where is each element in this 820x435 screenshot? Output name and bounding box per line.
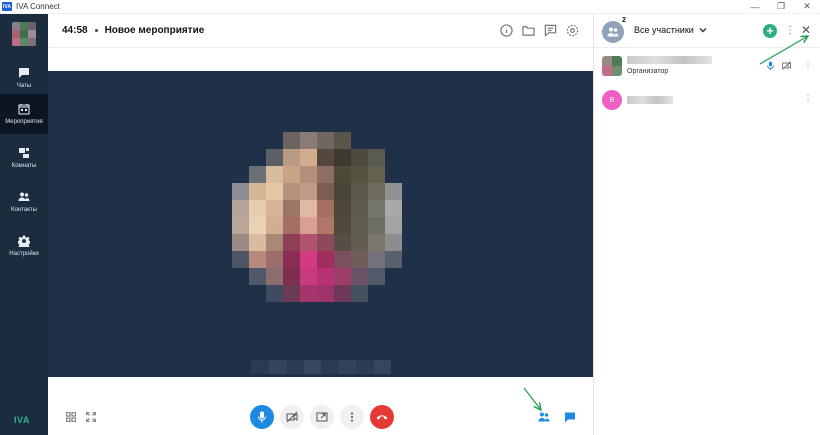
participant-video-avatar [232,132,402,302]
sidebar-item-events[interactable]: Мероприятия [0,94,48,134]
microphone-icon[interactable] [766,61,775,70]
header-actions [499,24,579,38]
camera-button[interactable] [280,405,304,429]
participant-row[interactable]: B ⋮ [594,86,820,116]
info-icon [499,24,513,37]
files-button[interactable] [521,24,535,38]
notes-button[interactable] [543,24,557,38]
panel-close-button[interactable]: ✕ [801,23,811,37]
restore-button[interactable]: ❐ [768,0,794,14]
info-button[interactable] [499,24,513,38]
microphone-button[interactable] [250,405,274,429]
chat-icon[interactable] [564,411,576,423]
avatar-letter: B [609,96,615,104]
minimize-button[interactable]: — [742,0,768,14]
participant-avatar [602,56,622,76]
meeting-header: 44:58 Новое мероприятие [48,14,593,48]
call-controls [48,400,593,435]
video-tile[interactable] [48,71,593,377]
participant-count-badge: 2 [622,17,626,24]
sidebar-item-rooms[interactable]: Комнаты [0,138,48,178]
fullscreen-icon[interactable] [86,412,96,422]
meeting-timer: 44:58 [62,25,88,36]
participant-name-overlay [251,360,391,374]
chat-icon [19,68,29,78]
participant-more-button[interactable]: ⋮ [804,94,812,103]
grid-layout-icon[interactable] [66,412,76,422]
panel-toggles [538,411,576,423]
participant-status-icons [766,61,791,70]
notes-icon [544,24,556,37]
layout-controls [66,412,96,422]
sidebar-item-label: Контакты [11,207,37,213]
participants-icon [607,27,619,37]
sidebar-item-contacts[interactable]: Контакты [0,182,48,222]
participants-filter-dropdown[interactable]: Все участники [634,25,707,35]
media-controls [250,405,394,429]
meeting-settings-button[interactable] [565,24,579,38]
add-participant-button[interactable]: + [763,24,777,38]
rooms-icon [19,148,29,158]
settings-icon [566,24,578,37]
participants-panel: 2 Все участники + ⋮ ✕ Организатор ⋮ B ⋮ [593,14,820,435]
hang-up-button[interactable] [370,405,394,429]
video-stage [48,48,593,378]
participant-more-button[interactable]: ⋮ [804,61,812,70]
contacts-icon [18,192,30,201]
more-options-button[interactable] [340,405,364,429]
sidebar-item-settings[interactable]: Настройки [0,226,48,266]
participant-row[interactable]: Организатор ⋮ [594,52,820,82]
folder-icon [521,26,535,36]
sidebar-item-label: Чаты [16,83,32,89]
sidebar-item-label: Комнаты [11,163,37,169]
share-screen-button[interactable] [310,405,334,429]
camera-off-icon [286,411,298,423]
participant-avatar: B [602,90,622,110]
panel-more-button[interactable]: ⋮ [785,25,795,36]
window-controls: — ❐ ✕ [742,0,820,14]
camera-off-icon[interactable] [782,61,791,70]
meeting-title: Новое мероприятие [104,25,205,36]
hang-up-icon [376,415,388,420]
participant-name-blurred [627,96,673,104]
separator-dot [94,29,98,32]
microphone-icon [258,411,266,423]
participants-header: 2 Все участники + ⋮ ✕ [594,14,820,48]
participants-count-icon [602,21,624,43]
sidebar-item-label: Настройки [9,251,39,257]
user-avatar[interactable] [12,22,36,46]
participants-icon[interactable] [538,411,550,423]
filter-label: Все участники [634,25,694,35]
calendar-icon [18,104,30,115]
participant-role: Организатор [627,68,669,75]
window-close-button[interactable]: ✕ [794,0,820,14]
share-screen-icon [316,412,328,422]
brand-logo: IVA [14,415,30,425]
more-icon [351,412,353,422]
window-titlebar: IVA IVA Connect — ❐ ✕ [0,0,820,14]
app-title: IVA Connect [16,2,60,11]
gear-icon [18,235,30,247]
sidebar-item-label: Мероприятия [5,119,43,125]
participant-name-blurred [627,56,712,64]
app-logo: IVA [2,2,12,11]
sidebar: Чаты Мероприятия Комнаты Контакты Настро… [0,14,48,435]
sidebar-item-chats[interactable]: Чаты [0,58,48,98]
chevron-down-icon [699,28,707,33]
